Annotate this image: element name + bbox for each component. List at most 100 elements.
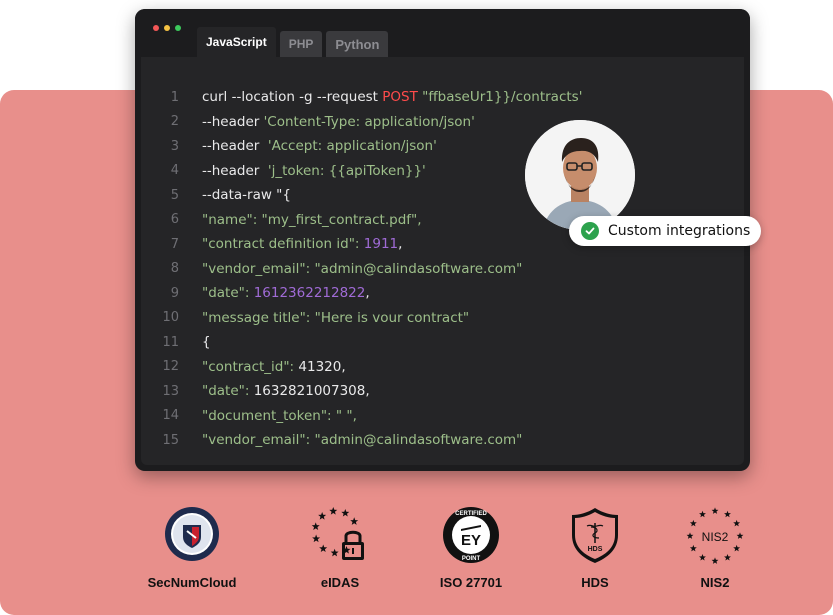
line-number: 5 [170,187,179,203]
code-text: "document_token": " ", [202,408,357,424]
code-token: , [398,236,403,252]
cert-label: ISO 27701 [439,575,503,590]
seal-ring-top-text: CERTIFIED [455,511,487,517]
avatar [525,120,635,230]
cert-secnumcloud: SecNumCloud [132,505,252,590]
code-line: 10 "message title": "Here is vour contrac… [141,308,741,328]
code-token: "contract_id": [202,358,299,375]
star-icon [330,548,339,557]
line-number: 9 [170,285,179,301]
code-line: 8 "vendor_email": "admin@calindasoftware.… [141,259,741,279]
star-icon [686,532,694,539]
star-icon [711,507,719,514]
tab-javascript[interactable]: JavaScript [197,27,276,57]
cert-label: eIDAS [320,575,360,590]
code-token: 1911 [363,236,399,252]
code-line: 14 "document_token": " ", [141,406,741,426]
code-token: --header [202,162,268,179]
code-text: "message title": "Here is vour contract" [202,310,469,326]
tab-php[interactable]: PHP [279,31,323,57]
code-text: "contract definition id": 1911, [202,236,402,252]
cert-eidas: eIDAS [280,505,400,590]
code-text: --header 'Content-Type: application/json… [202,114,475,130]
nis2-center-text: NIS2 [702,530,729,544]
line-number: 2 [170,114,179,129]
star-icon [699,554,706,561]
code-line: 1 curl --location -g --request POST "ffba… [141,87,741,107]
cert-label: NIS2 [700,575,730,590]
ey-certified-point-seal-icon: CERTIFIED POINT EY [443,507,499,563]
line-number: 8 [170,261,179,276]
close-dot-icon[interactable] [153,25,159,31]
code-token: , [365,285,370,301]
person-photo-icon [525,120,635,230]
code-token: 'j_token: {{apiToken}}' [267,162,426,179]
code-token: "date": [202,383,254,399]
code-token: "vendor_email": "admin@calindasoftware.c… [202,260,523,277]
check-icon [581,222,599,240]
star-icon [311,522,320,530]
star-icon [733,519,741,527]
star-icon [689,519,697,527]
code-token: 1632821007308, [253,383,370,399]
cert-nis2: NIS2 NIS2 [655,505,775,590]
code-area[interactable]: 1 curl --location -g --request POST "ffba… [141,57,744,465]
line-number: 11 [162,334,179,350]
star-icon [319,544,328,553]
line-number: 13 [162,383,179,399]
language-tabs: JavaScript PHP Python [197,27,389,57]
code-line: 2 --header 'Content-Type: application/jso… [141,112,741,132]
badge-label: Custom integrations [608,223,751,239]
code-line: 11 { [141,332,741,352]
secnumcloud-logo-icon [165,507,219,561]
code-token: --header [202,138,268,154]
line-number: 7 [170,236,179,252]
code-text: "vendor_email": "admin@calindasoftware.c… [202,261,522,277]
code-line: 13 "date": 1632821007308, [141,381,741,401]
code-line: 3 --header 'Accept: application/json' [141,136,741,156]
star-icon [699,510,706,518]
code-text: --data-raw "{ [202,187,291,203]
code-text: "vendor_email": "admin@calindasoftware.c… [202,432,522,448]
maximize-dot-icon[interactable] [175,25,181,31]
code-token: --header [202,113,264,130]
code-token: 'Content-Type: application/json' [263,113,475,130]
seal-ring-bottom-text: POINT [462,556,481,562]
code-text: --header 'Accept: application/json' [202,138,437,154]
eidas-stars-lock-icon [311,506,364,560]
code-text: "date": 1632821007308, [202,383,370,399]
code-line: 4 --header 'j_token: {{apiToken}}' [141,161,741,181]
star-icon [318,512,327,520]
code-line: 5 --data-raw "{ [141,185,741,205]
shield-text: HDS [588,546,603,553]
code-token: "document_token": " ", [202,407,357,424]
star-icon [736,532,744,539]
tab-python[interactable]: Python [326,31,389,57]
code-token: "date": [202,285,254,301]
code-token: "contract definition id": [202,236,364,252]
line-number: 12 [162,359,179,374]
code-token: --data-raw "{ [202,187,291,203]
star-icon [733,544,741,552]
star-icon [350,517,359,525]
code-text: { [202,334,211,350]
seal-center-text: EY [461,532,481,549]
star-icon [711,557,719,564]
line-number: 4 [170,163,179,178]
line-number: 3 [170,138,179,154]
code-token: curl --location -g --request [202,89,383,105]
star-icon [689,544,697,552]
line-number: 14 [162,408,179,423]
code-line: 9 "date": 1612362212822, [141,283,741,303]
cert-label: SecNumCloud [147,575,237,590]
code-text: curl --location -g --request POST "ffbas… [202,89,582,105]
line-number: 10 [162,310,179,325]
line-number: 6 [170,212,179,227]
custom-integrations-badge: Custom integrations [569,216,761,246]
code-token: "ffbaseUr1}}/contracts' [417,89,583,105]
editor-titlebar: JavaScript PHP Python [135,9,750,57]
code-token: 1612362212822 [253,285,366,301]
code-token: 'Accept: application/json' [267,138,437,154]
code-text: --header 'j_token: {{apiToken}}' [202,163,426,179]
minimize-dot-icon[interactable] [164,25,170,31]
